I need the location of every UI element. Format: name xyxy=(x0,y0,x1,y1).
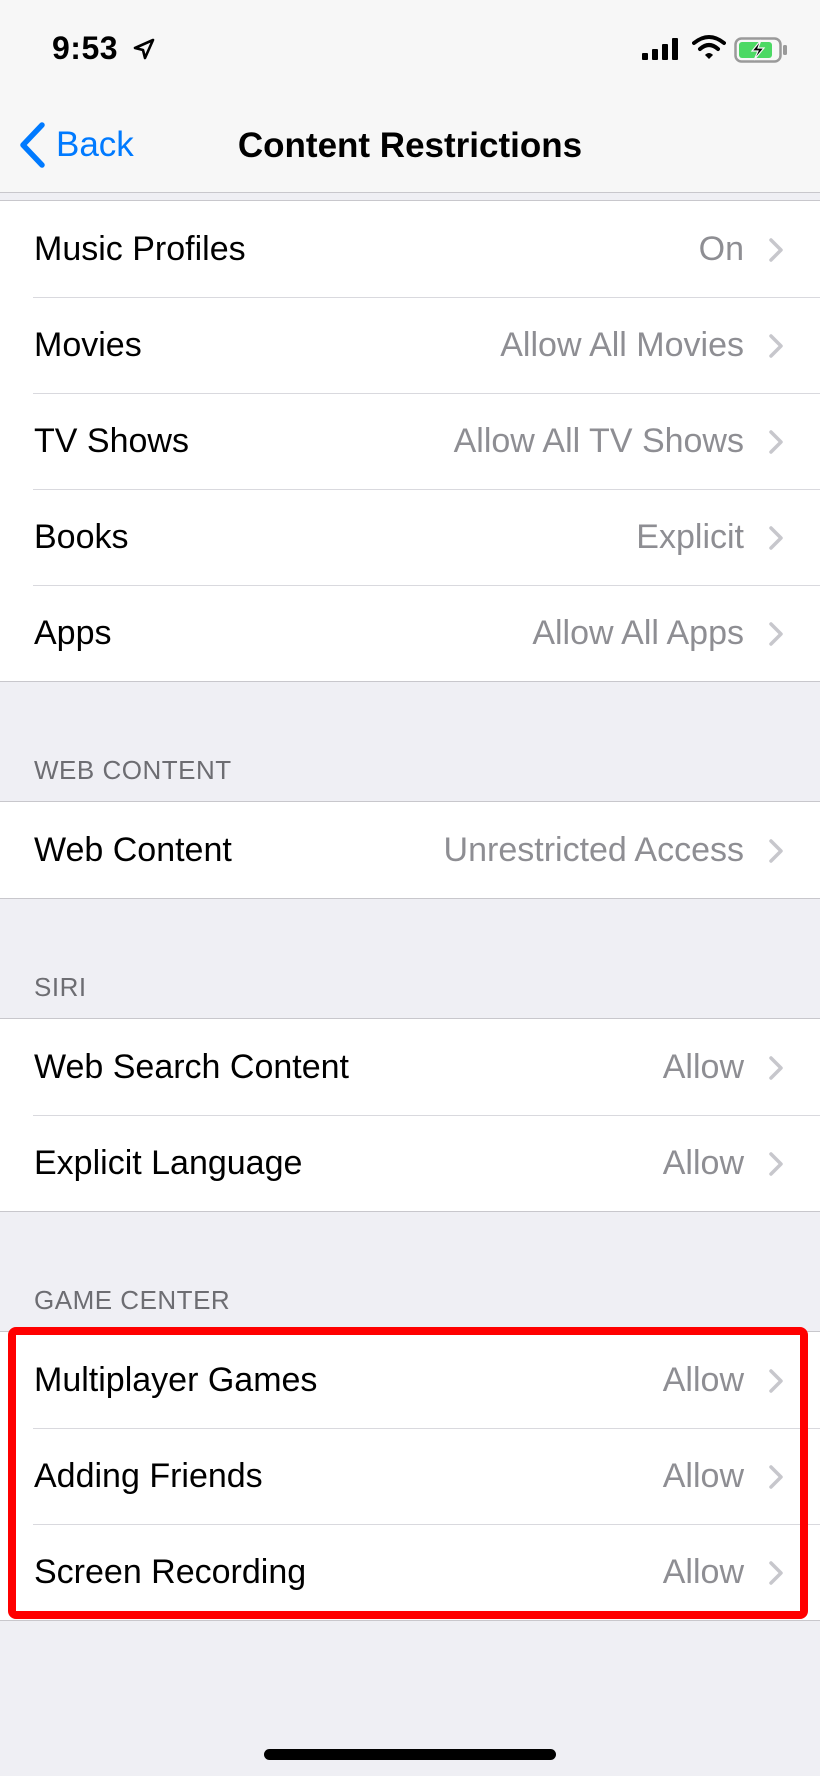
cellular-signal-icon xyxy=(642,38,678,60)
page-title: Content Restrictions xyxy=(237,126,583,165)
row-value: Explicit xyxy=(636,517,744,556)
store-content-group: Music Profiles On Movies Allow All Movie… xyxy=(0,200,820,682)
row-value: Allow xyxy=(662,1360,744,1399)
section-header-siri: SIRI xyxy=(34,972,87,1002)
chevron-right-icon xyxy=(769,430,783,454)
chevron-right-icon xyxy=(769,1369,783,1393)
navigation-bar: Back Content Restrictions xyxy=(0,100,820,193)
chevron-right-icon xyxy=(769,622,783,646)
siri-group: Web Search Content Allow Explicit Langua… xyxy=(0,1018,820,1212)
row-value: Allow xyxy=(662,1456,744,1495)
row-value: Allow xyxy=(662,1143,744,1182)
row-value: Allow xyxy=(662,1047,744,1086)
section-header-game-center: GAME CENTER xyxy=(34,1285,231,1315)
row-value: Allow All Movies xyxy=(500,325,744,364)
battery-charging-icon xyxy=(734,37,787,63)
row-books[interactable]: Books Explicit xyxy=(0,489,820,585)
web-content-group: Web Content Unrestricted Access xyxy=(0,801,820,899)
row-movies[interactable]: Movies Allow All Movies xyxy=(0,297,820,393)
chevron-right-icon xyxy=(769,1056,783,1080)
row-music-profiles[interactable]: Music Profiles On xyxy=(0,201,820,297)
row-value: Allow xyxy=(662,1552,744,1591)
chevron-right-icon xyxy=(769,238,783,262)
row-value: Unrestricted Access xyxy=(443,830,744,869)
row-label: Screen Recording xyxy=(34,1552,307,1591)
row-screen-recording[interactable]: Screen Recording Allow xyxy=(0,1524,820,1620)
status-bar: 9:53 xyxy=(0,0,820,100)
wifi-icon xyxy=(692,35,726,59)
row-label: Explicit Language xyxy=(34,1143,303,1182)
row-label: Movies xyxy=(34,325,142,364)
row-label: Adding Friends xyxy=(34,1456,263,1495)
chevron-right-icon xyxy=(769,1465,783,1489)
row-web-search-content[interactable]: Web Search Content Allow xyxy=(0,1019,820,1115)
row-multiplayer-games[interactable]: Multiplayer Games Allow xyxy=(0,1332,820,1428)
row-explicit-language[interactable]: Explicit Language Allow xyxy=(0,1115,820,1211)
section-header-web-content: WEB CONTENT xyxy=(34,755,232,785)
location-arrow-icon xyxy=(133,38,155,60)
chevron-right-icon xyxy=(769,839,783,863)
chevron-right-icon xyxy=(769,334,783,358)
row-label: Web Content xyxy=(34,830,232,869)
row-value: On xyxy=(698,229,744,268)
row-tv-shows[interactable]: TV Shows Allow All TV Shows xyxy=(0,393,820,489)
chevron-right-icon xyxy=(769,1561,783,1585)
row-apps[interactable]: Apps Allow All Apps xyxy=(0,585,820,681)
status-time: 9:53 xyxy=(52,30,119,66)
game-center-group: Multiplayer Games Allow Adding Friends A… xyxy=(0,1331,820,1621)
row-adding-friends[interactable]: Adding Friends Allow xyxy=(0,1428,820,1524)
row-label: Music Profiles xyxy=(34,229,246,268)
row-label: TV Shows xyxy=(34,421,189,460)
row-label: Multiplayer Games xyxy=(34,1360,318,1399)
chevron-right-icon xyxy=(769,1152,783,1176)
row-label: Apps xyxy=(34,613,112,652)
row-value: Allow All Apps xyxy=(532,613,744,652)
chevron-right-icon xyxy=(769,526,783,550)
row-label: Books xyxy=(34,517,129,556)
row-web-content[interactable]: Web Content Unrestricted Access xyxy=(0,802,820,898)
row-label: Web Search Content xyxy=(34,1047,349,1086)
home-indicator[interactable] xyxy=(264,1749,556,1760)
row-value: Allow All TV Shows xyxy=(453,421,744,460)
